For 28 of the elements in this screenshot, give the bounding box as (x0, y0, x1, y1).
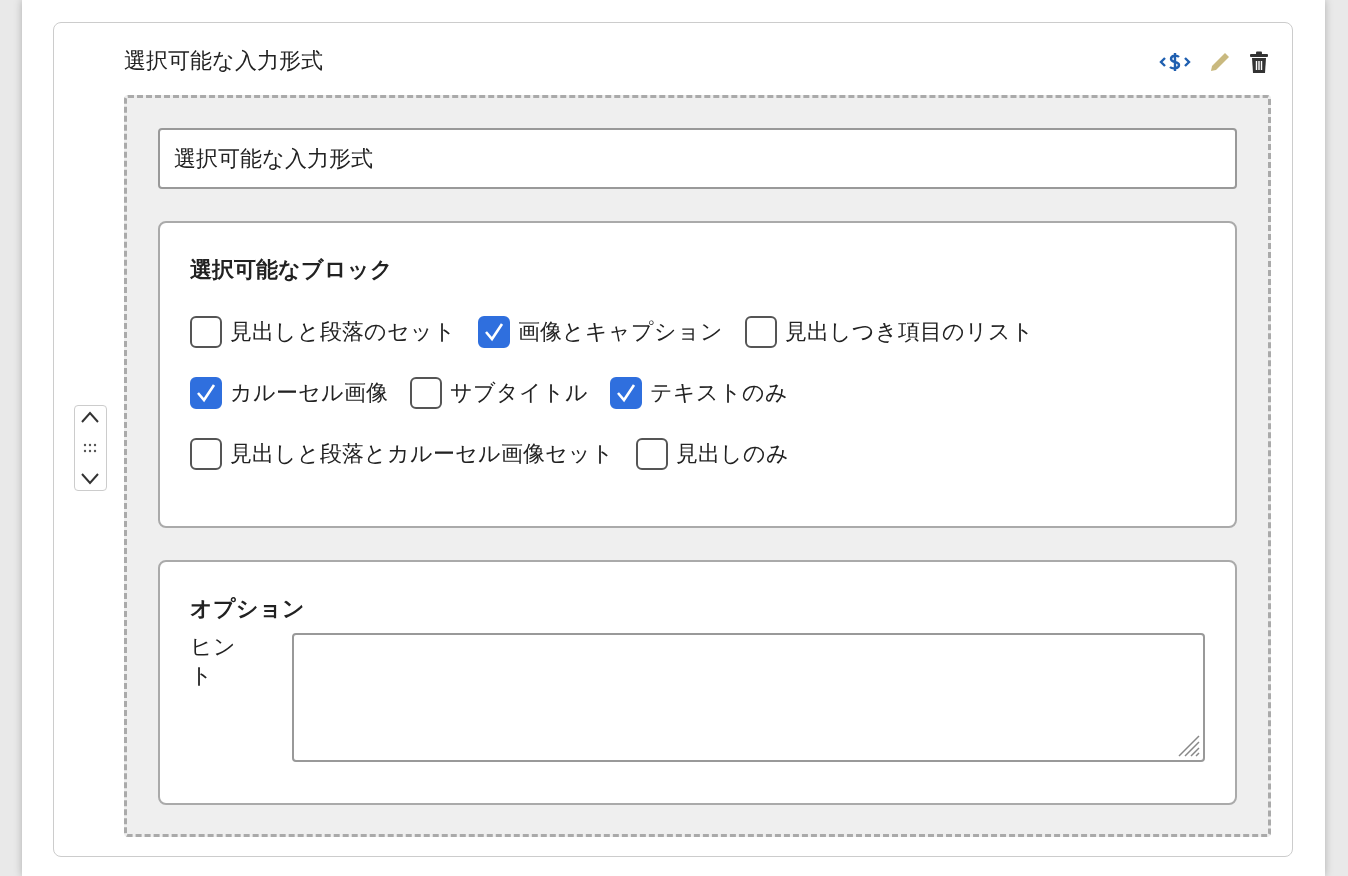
checkbox[interactable] (410, 376, 442, 409)
hint-label: ヒント (190, 633, 237, 690)
checkbox-label[interactable]: 見出しと段落のセット (230, 315, 456, 348)
checkbox-label[interactable]: 画像とキャプション (518, 315, 723, 348)
variable-icon[interactable] (1159, 51, 1191, 73)
reorder-handle[interactable] (73, 404, 107, 491)
section-heading: オプション (190, 595, 306, 623)
drag-dots-icon[interactable] (83, 442, 97, 453)
chevron-up-icon[interactable] (80, 409, 100, 424)
checkbox-label[interactable]: カルーセル画像 (230, 376, 388, 409)
checkbox-label[interactable]: 見出しつき項目のリスト (785, 315, 1034, 348)
checkbox[interactable] (190, 437, 222, 470)
checkbox[interactable] (636, 437, 668, 470)
checkbox-label[interactable]: サブタイトル (450, 376, 588, 409)
checkbox-label[interactable]: テキストのみ (650, 376, 788, 409)
section-heading: 選択可能なブロック (190, 256, 394, 284)
name-input-field[interactable]: 選択可能な入力形式 (158, 128, 1237, 189)
checkbox[interactable] (478, 315, 510, 348)
checkbox-label[interactable]: 見出しと段落とカルーセル画像セット (230, 437, 614, 470)
chevron-down-icon[interactable] (80, 471, 100, 486)
hint-text-area[interactable] (291, 633, 1205, 762)
block-title: 選択可能な入力形式 (124, 46, 323, 75)
checkbox[interactable] (190, 376, 222, 409)
checkbox[interactable] (745, 315, 777, 348)
checkbox-label[interactable]: 見出しのみ (676, 437, 789, 470)
checkbox[interactable] (610, 376, 642, 409)
trash-icon[interactable] (1249, 50, 1269, 74)
checkbox[interactable] (190, 315, 222, 348)
